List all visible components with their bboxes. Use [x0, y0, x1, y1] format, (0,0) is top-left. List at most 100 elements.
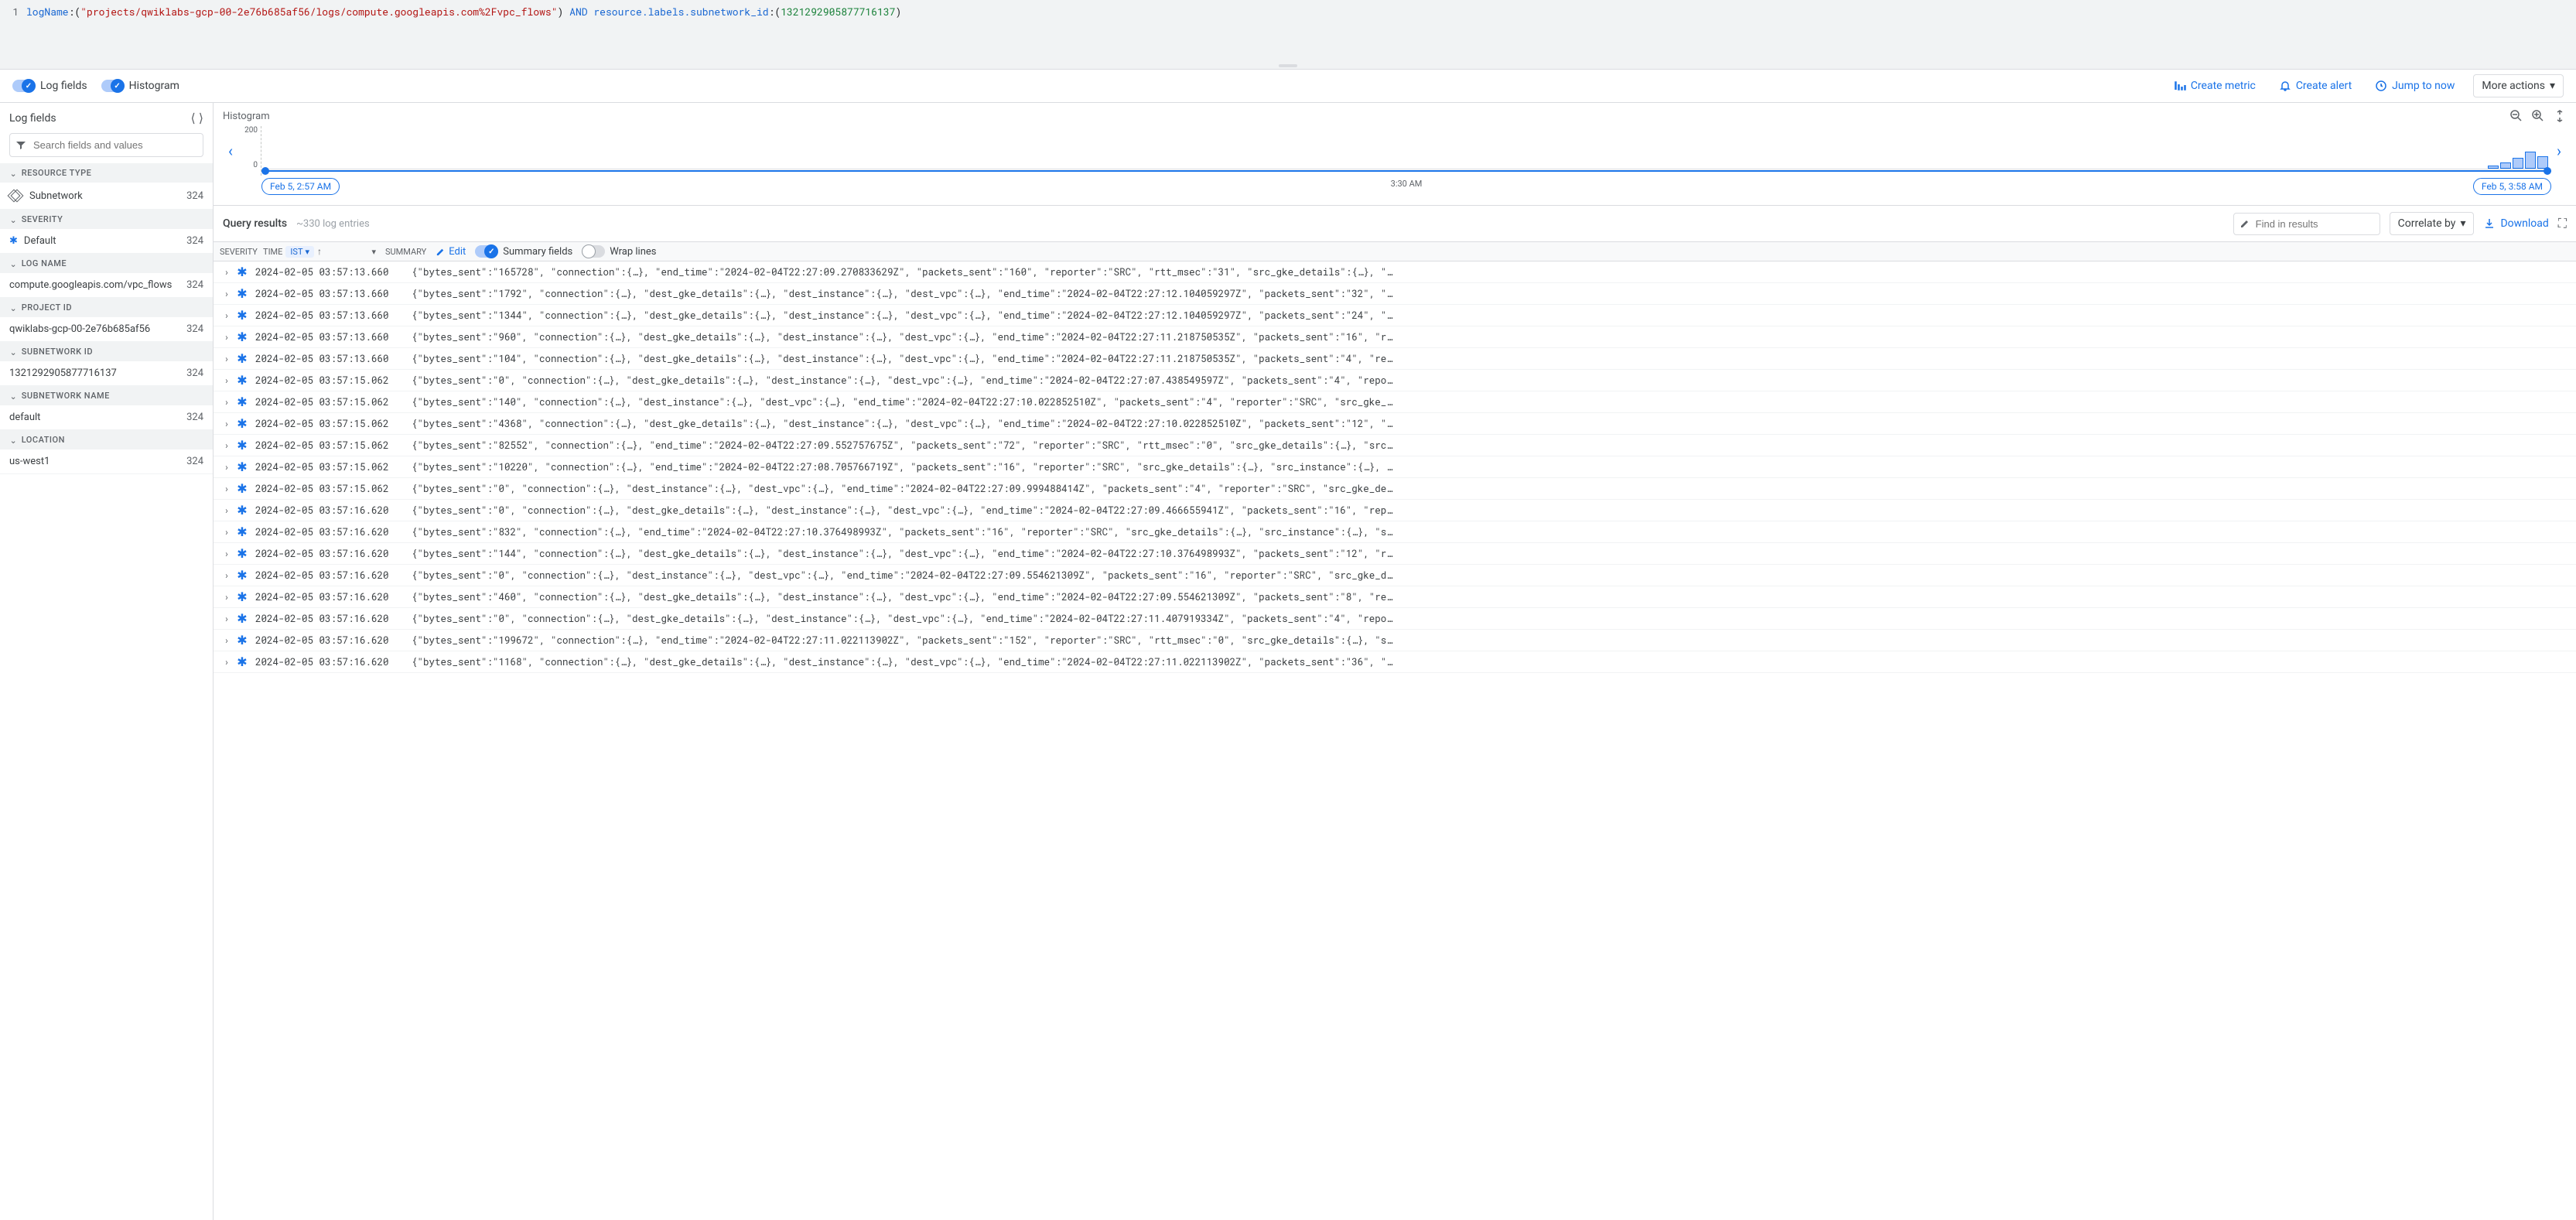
histogram-bar[interactable] — [2488, 166, 2499, 169]
log-row[interactable]: ›✱2024-02-05 03:57:16.620{"bytes_sent":"… — [214, 543, 2576, 565]
facet-item[interactable]: ✱Default324 — [0, 229, 213, 254]
expand-row-icon[interactable]: › — [220, 526, 234, 538]
severity-icon[interactable]: ✱ — [234, 394, 251, 410]
log-row[interactable]: ›✱2024-02-05 03:57:13.660{"bytes_sent":"… — [214, 261, 2576, 283]
expand-row-icon[interactable]: › — [220, 461, 234, 473]
severity-icon[interactable]: ✱ — [234, 502, 251, 518]
switch-icon[interactable] — [12, 80, 36, 92]
log-row[interactable]: ›✱2024-02-05 03:57:15.062{"bytes_sent":"… — [214, 413, 2576, 435]
toggle-summary-fields[interactable]: Summary fields — [475, 245, 572, 258]
facet-item[interactable]: compute.googleapis.com/vpc_flows324 — [0, 273, 213, 298]
facet-item[interactable]: qwiklabs-gcp-00-2e76b685af56324 — [0, 317, 213, 342]
correlate-button[interactable]: Correlate by ▾ — [2390, 212, 2475, 235]
expand-row-icon[interactable]: › — [220, 396, 234, 408]
zoom-in-icon[interactable] — [2531, 109, 2545, 123]
facet-group-header[interactable]: ⌃LOCATION — [0, 430, 213, 449]
severity-icon[interactable]: ✱ — [234, 437, 251, 453]
query-text[interactable]: logName:("projects/qwiklabs-gcp-00-2e76b… — [23, 0, 2576, 19]
expand-row-icon[interactable]: › — [220, 591, 234, 603]
expand-row-icon[interactable]: › — [220, 634, 234, 647]
log-row[interactable]: ›✱2024-02-05 03:57:15.062{"bytes_sent":"… — [214, 435, 2576, 456]
log-row[interactable]: ›✱2024-02-05 03:57:13.660{"bytes_sent":"… — [214, 305, 2576, 326]
log-row[interactable]: ›✱2024-02-05 03:57:16.620{"bytes_sent":"… — [214, 565, 2576, 586]
expand-row-icon[interactable]: › — [220, 439, 234, 452]
severity-icon[interactable]: ✱ — [234, 589, 251, 605]
histogram-bar[interactable] — [2525, 152, 2536, 169]
range-handle-start[interactable] — [261, 167, 269, 175]
switch-icon[interactable] — [475, 245, 498, 258]
severity-icon[interactable]: ✱ — [234, 372, 251, 388]
edit-summary-button[interactable]: Edit — [436, 246, 466, 258]
histogram-plot[interactable]: Feb 5, 2:57 AM Feb 5, 3:58 AM 3:30 AM — [261, 126, 2551, 169]
collapse-icon[interactable]: ⟨ ⟩ — [191, 111, 203, 125]
log-row[interactable]: ›✱2024-02-05 03:57:13.660{"bytes_sent":"… — [214, 283, 2576, 305]
log-row[interactable]: ›✱2024-02-05 03:57:16.620{"bytes_sent":"… — [214, 586, 2576, 608]
range-handle-end[interactable] — [2544, 167, 2551, 175]
more-actions-button[interactable]: More actions ▾ — [2473, 74, 2564, 97]
expand-vertical-icon[interactable] — [2553, 109, 2567, 123]
log-row[interactable]: ›✱2024-02-05 03:57:16.620{"bytes_sent":"… — [214, 521, 2576, 543]
col-severity[interactable]: SEVERITY — [220, 247, 257, 257]
toggle-log-fields[interactable]: Log fields — [12, 80, 87, 92]
log-row[interactable]: ›✱2024-02-05 03:57:15.062{"bytes_sent":"… — [214, 370, 2576, 391]
expand-row-icon[interactable]: › — [220, 288, 234, 300]
facet-item[interactable]: 1321292905877716137324 — [0, 361, 213, 386]
find-input[interactable] — [2233, 213, 2380, 235]
expand-row-icon[interactable]: › — [220, 331, 234, 343]
histogram-prev-button[interactable]: ‹ — [223, 126, 238, 176]
severity-icon[interactable]: ✱ — [234, 459, 251, 475]
time-column-menu-icon[interactable]: ▾ — [371, 247, 376, 257]
severity-icon[interactable]: ✱ — [234, 524, 251, 540]
expand-row-icon[interactable]: › — [220, 266, 234, 279]
expand-row-icon[interactable]: › — [220, 504, 234, 517]
timezone-chip[interactable]: IST ▾ — [285, 246, 314, 258]
download-button[interactable]: Download — [2483, 217, 2548, 230]
facet-item[interactable]: default324 — [0, 405, 213, 430]
log-row[interactable]: ›✱2024-02-05 03:57:13.660{"bytes_sent":"… — [214, 348, 2576, 370]
facet-group-header[interactable]: ⌃PROJECT ID — [0, 298, 213, 317]
toggle-wrap-lines[interactable]: Wrap lines — [582, 245, 656, 258]
zoom-out-icon[interactable] — [2509, 109, 2523, 123]
log-row[interactable]: ›✱2024-02-05 03:57:16.620{"bytes_sent":"… — [214, 608, 2576, 630]
expand-row-icon[interactable]: › — [220, 483, 234, 495]
severity-icon[interactable]: ✱ — [234, 264, 251, 280]
severity-icon[interactable]: ✱ — [234, 567, 251, 583]
severity-icon[interactable]: ✱ — [234, 480, 251, 497]
log-row[interactable]: ›✱2024-02-05 03:57:16.620{"bytes_sent":"… — [214, 500, 2576, 521]
facet-group-header[interactable]: ⌃SUBNETWORK NAME — [0, 386, 213, 405]
facet-group-header[interactable]: ⌃SUBNETWORK ID — [0, 342, 213, 361]
log-row[interactable]: ›✱2024-02-05 03:57:15.062{"bytes_sent":"… — [214, 391, 2576, 413]
expand-row-icon[interactable]: › — [220, 353, 234, 365]
severity-icon[interactable]: ✱ — [234, 350, 251, 367]
col-time[interactable]: TIME IST ▾ ↑ ▾ — [263, 246, 379, 258]
facet-group-header[interactable]: ⌃RESOURCE TYPE — [0, 163, 213, 183]
expand-row-icon[interactable]: › — [220, 569, 234, 582]
log-row[interactable]: ›✱2024-02-05 03:57:16.620{"bytes_sent":"… — [214, 630, 2576, 651]
severity-icon[interactable]: ✱ — [234, 307, 251, 323]
severity-icon[interactable]: ✱ — [234, 632, 251, 648]
facet-item[interactable]: Subnetwork324 — [0, 183, 213, 210]
severity-icon[interactable]: ✱ — [234, 654, 251, 670]
histogram-bar[interactable] — [2500, 162, 2511, 169]
jump-to-now-button[interactable]: Jump to now — [2370, 77, 2459, 95]
histogram-bar[interactable] — [2513, 158, 2523, 169]
facet-item[interactable]: us-west1324 — [0, 449, 213, 474]
histogram-next-button[interactable]: › — [2551, 126, 2567, 176]
expand-row-icon[interactable]: › — [220, 418, 234, 430]
create-metric-button[interactable]: Create metric — [2169, 77, 2260, 95]
switch-icon[interactable] — [101, 80, 125, 92]
range-start-chip[interactable]: Feb 5, 2:57 AM — [261, 178, 340, 195]
facet-group-header[interactable]: ⌃SEVERITY — [0, 210, 213, 229]
log-row[interactable]: ›✱2024-02-05 03:57:16.620{"bytes_sent":"… — [214, 651, 2576, 673]
expand-row-icon[interactable]: › — [220, 548, 234, 560]
time-rail[interactable] — [261, 170, 2551, 172]
log-row[interactable]: ›✱2024-02-05 03:57:15.062{"bytes_sent":"… — [214, 478, 2576, 500]
expand-row-icon[interactable]: › — [220, 374, 234, 387]
log-row[interactable]: ›✱2024-02-05 03:57:13.660{"bytes_sent":"… — [214, 326, 2576, 348]
search-input[interactable] — [9, 133, 203, 157]
expand-row-icon[interactable]: › — [220, 656, 234, 668]
expand-row-icon[interactable]: › — [220, 613, 234, 625]
fullscreen-icon[interactable]: ⛶ — [2558, 216, 2567, 231]
severity-icon[interactable]: ✱ — [234, 545, 251, 562]
toggle-histogram[interactable]: Histogram — [101, 80, 179, 92]
